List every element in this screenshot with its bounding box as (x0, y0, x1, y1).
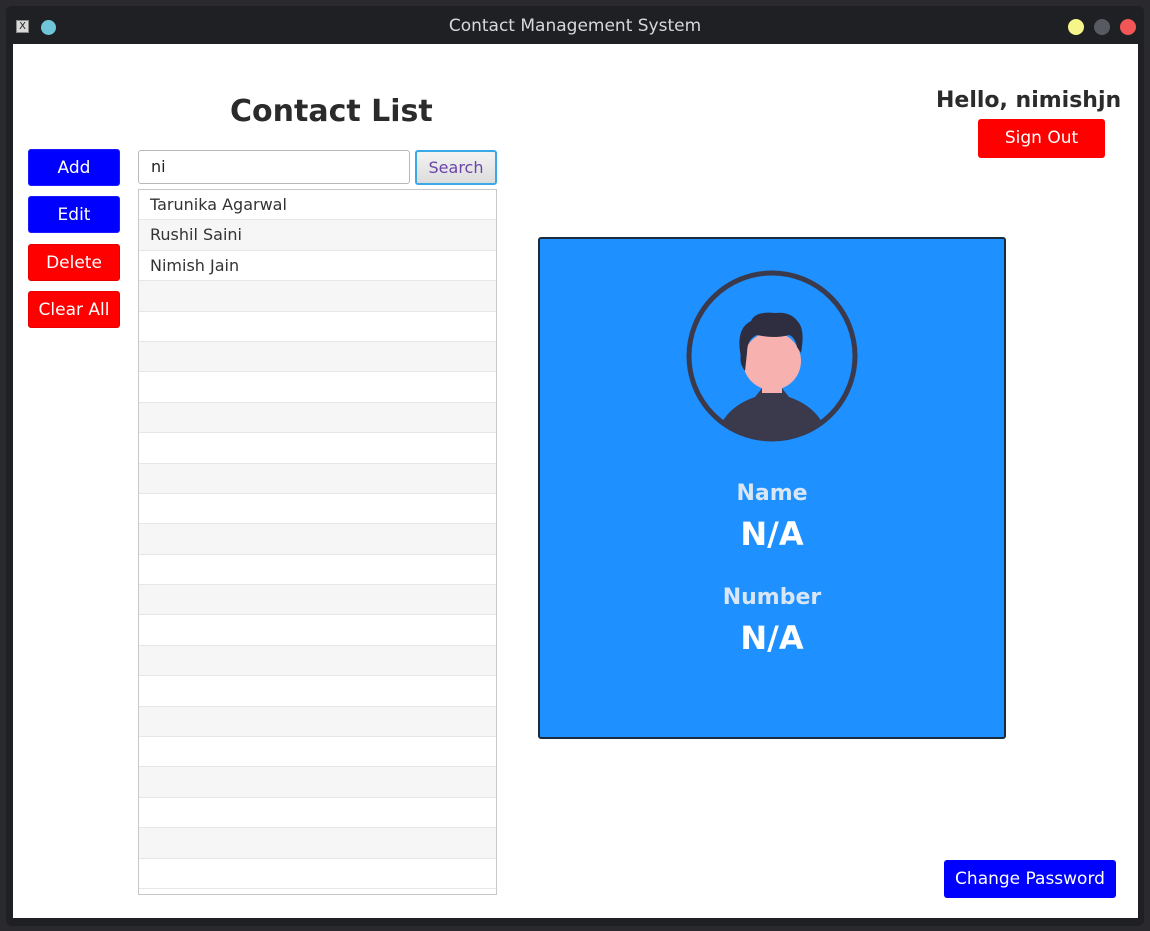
name-value: N/A (740, 515, 804, 553)
main-content: Contact List Add Edit Delete Clear All n… (13, 44, 1138, 918)
greeting-text: Hello, nimishjn (936, 88, 1122, 113)
empty-list-row (139, 463, 496, 494)
title-bar: X Contact Management System (6, 6, 1144, 44)
empty-list-row (139, 798, 496, 829)
empty-list-row (139, 524, 496, 555)
add-button[interactable]: Add (28, 149, 120, 186)
number-value: N/A (740, 619, 804, 657)
maximize-button[interactable] (1094, 19, 1110, 35)
empty-list-row (139, 615, 496, 646)
contact-row[interactable]: Rushil Saini (139, 220, 496, 251)
empty-list-row (139, 494, 496, 525)
contact-details-card: Name N/A Number N/A (538, 237, 1006, 739)
empty-list-row (139, 585, 496, 616)
page-title: Contact List (230, 94, 433, 129)
contact-row[interactable]: Nimish Jain (139, 251, 496, 282)
empty-list-row (139, 433, 496, 464)
edit-button[interactable]: Edit (28, 196, 120, 233)
empty-list-row (139, 341, 496, 373)
empty-list-row (139, 859, 496, 889)
empty-list-row (139, 645, 496, 677)
empty-list-row (139, 402, 496, 434)
number-label: Number (722, 585, 822, 610)
empty-list-row (139, 372, 496, 403)
change-password-button[interactable]: Change Password (944, 860, 1116, 898)
clear-all-button[interactable]: Clear All (28, 291, 120, 328)
empty-list-row (139, 676, 496, 707)
app-window: X Contact Management System Contact List… (6, 6, 1144, 926)
window-title: Contact Management System (448, 16, 702, 36)
person-avatar-icon (686, 270, 858, 442)
empty-list-row (139, 737, 496, 768)
empty-list-row (139, 312, 496, 342)
delete-button[interactable]: Delete (28, 244, 120, 281)
contact-list[interactable]: Tarunika Agarwal Rushil Saini Nimish Jai… (138, 189, 497, 895)
empty-list-row (139, 828, 496, 859)
name-label: Name (736, 481, 808, 506)
minimize-button[interactable] (1068, 19, 1084, 35)
empty-list-row (139, 767, 496, 798)
empty-list-row (139, 281, 496, 312)
close-button[interactable] (1120, 19, 1136, 35)
sign-out-button[interactable]: Sign Out (978, 119, 1105, 158)
search-button[interactable]: Search (415, 150, 497, 185)
search-input[interactable]: ni (138, 150, 410, 184)
contact-row[interactable]: Tarunika Agarwal (139, 190, 496, 221)
empty-list-row (139, 555, 496, 586)
empty-list-row (139, 706, 496, 738)
